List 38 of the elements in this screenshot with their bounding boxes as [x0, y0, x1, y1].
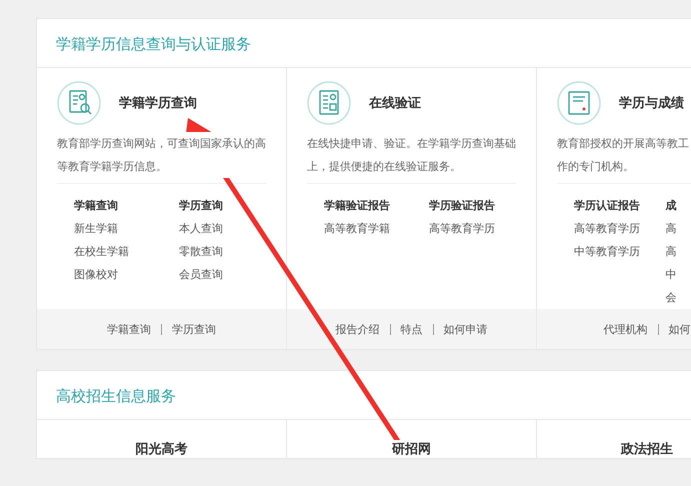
service-link[interactable]: 高等教育学历 [574, 217, 666, 240]
service-title[interactable]: 学籍学历查询 [119, 94, 197, 112]
link-group-heading: 学历验证报告 [429, 198, 496, 214]
service-link[interactable]: 高等教育学籍 [324, 217, 429, 240]
id-card-icon [307, 81, 351, 125]
link-group-heading: 学籍验证报告 [324, 198, 391, 214]
link-group-heading: 学历查询 [179, 198, 224, 214]
service-link[interactable]: 高 [666, 217, 691, 240]
service-link[interactable]: 中 [666, 263, 691, 286]
service-link[interactable]: 零散查询 [179, 240, 284, 263]
service-link[interactable]: 新生学籍 [74, 217, 179, 240]
service-link[interactable]: 在校生学籍 [74, 240, 179, 263]
service-link[interactable]: 会员查询 [179, 263, 284, 286]
footer-link[interactable]: 学历查询 [172, 322, 216, 336]
service-title[interactable]: 政法招生 [621, 440, 673, 458]
footer-link[interactable]: 如何申请 [444, 322, 488, 336]
service-title[interactable]: 阳光高考 [136, 440, 188, 458]
certificate-icon [557, 81, 601, 125]
service-link[interactable]: 高 [666, 240, 691, 263]
footer-link[interactable]: 如何 [668, 322, 690, 336]
footer-link[interactable]: 代理机构 [604, 322, 648, 336]
link-group-heading: 成 [666, 198, 678, 214]
link-group-heading: 学历认证报告 [574, 198, 641, 214]
service-link[interactable]: 中等教育学历 [574, 240, 666, 263]
section-title: 高校招生信息服务 [37, 371, 691, 420]
service-title[interactable]: 研招网 [392, 440, 431, 458]
service-link[interactable]: 高等教育学历 [429, 217, 534, 240]
link-group-heading: 学籍查询 [74, 198, 119, 214]
service-title[interactable]: 在线验证 [369, 94, 421, 112]
document-search-icon [57, 81, 101, 125]
section-title: 学籍学历信息查询与认证服务 [37, 19, 691, 68]
footer-link[interactable]: 特点 [400, 322, 422, 336]
service-link[interactable]: 图像校对 [74, 263, 179, 286]
footer-link[interactable]: 学籍查询 [107, 322, 151, 336]
service-link[interactable]: 本人查询 [179, 217, 284, 240]
service-title[interactable]: 学历与成绩 [619, 94, 684, 112]
footer-link[interactable]: 报告介绍 [336, 322, 380, 336]
service-link[interactable]: 会 [666, 286, 691, 309]
